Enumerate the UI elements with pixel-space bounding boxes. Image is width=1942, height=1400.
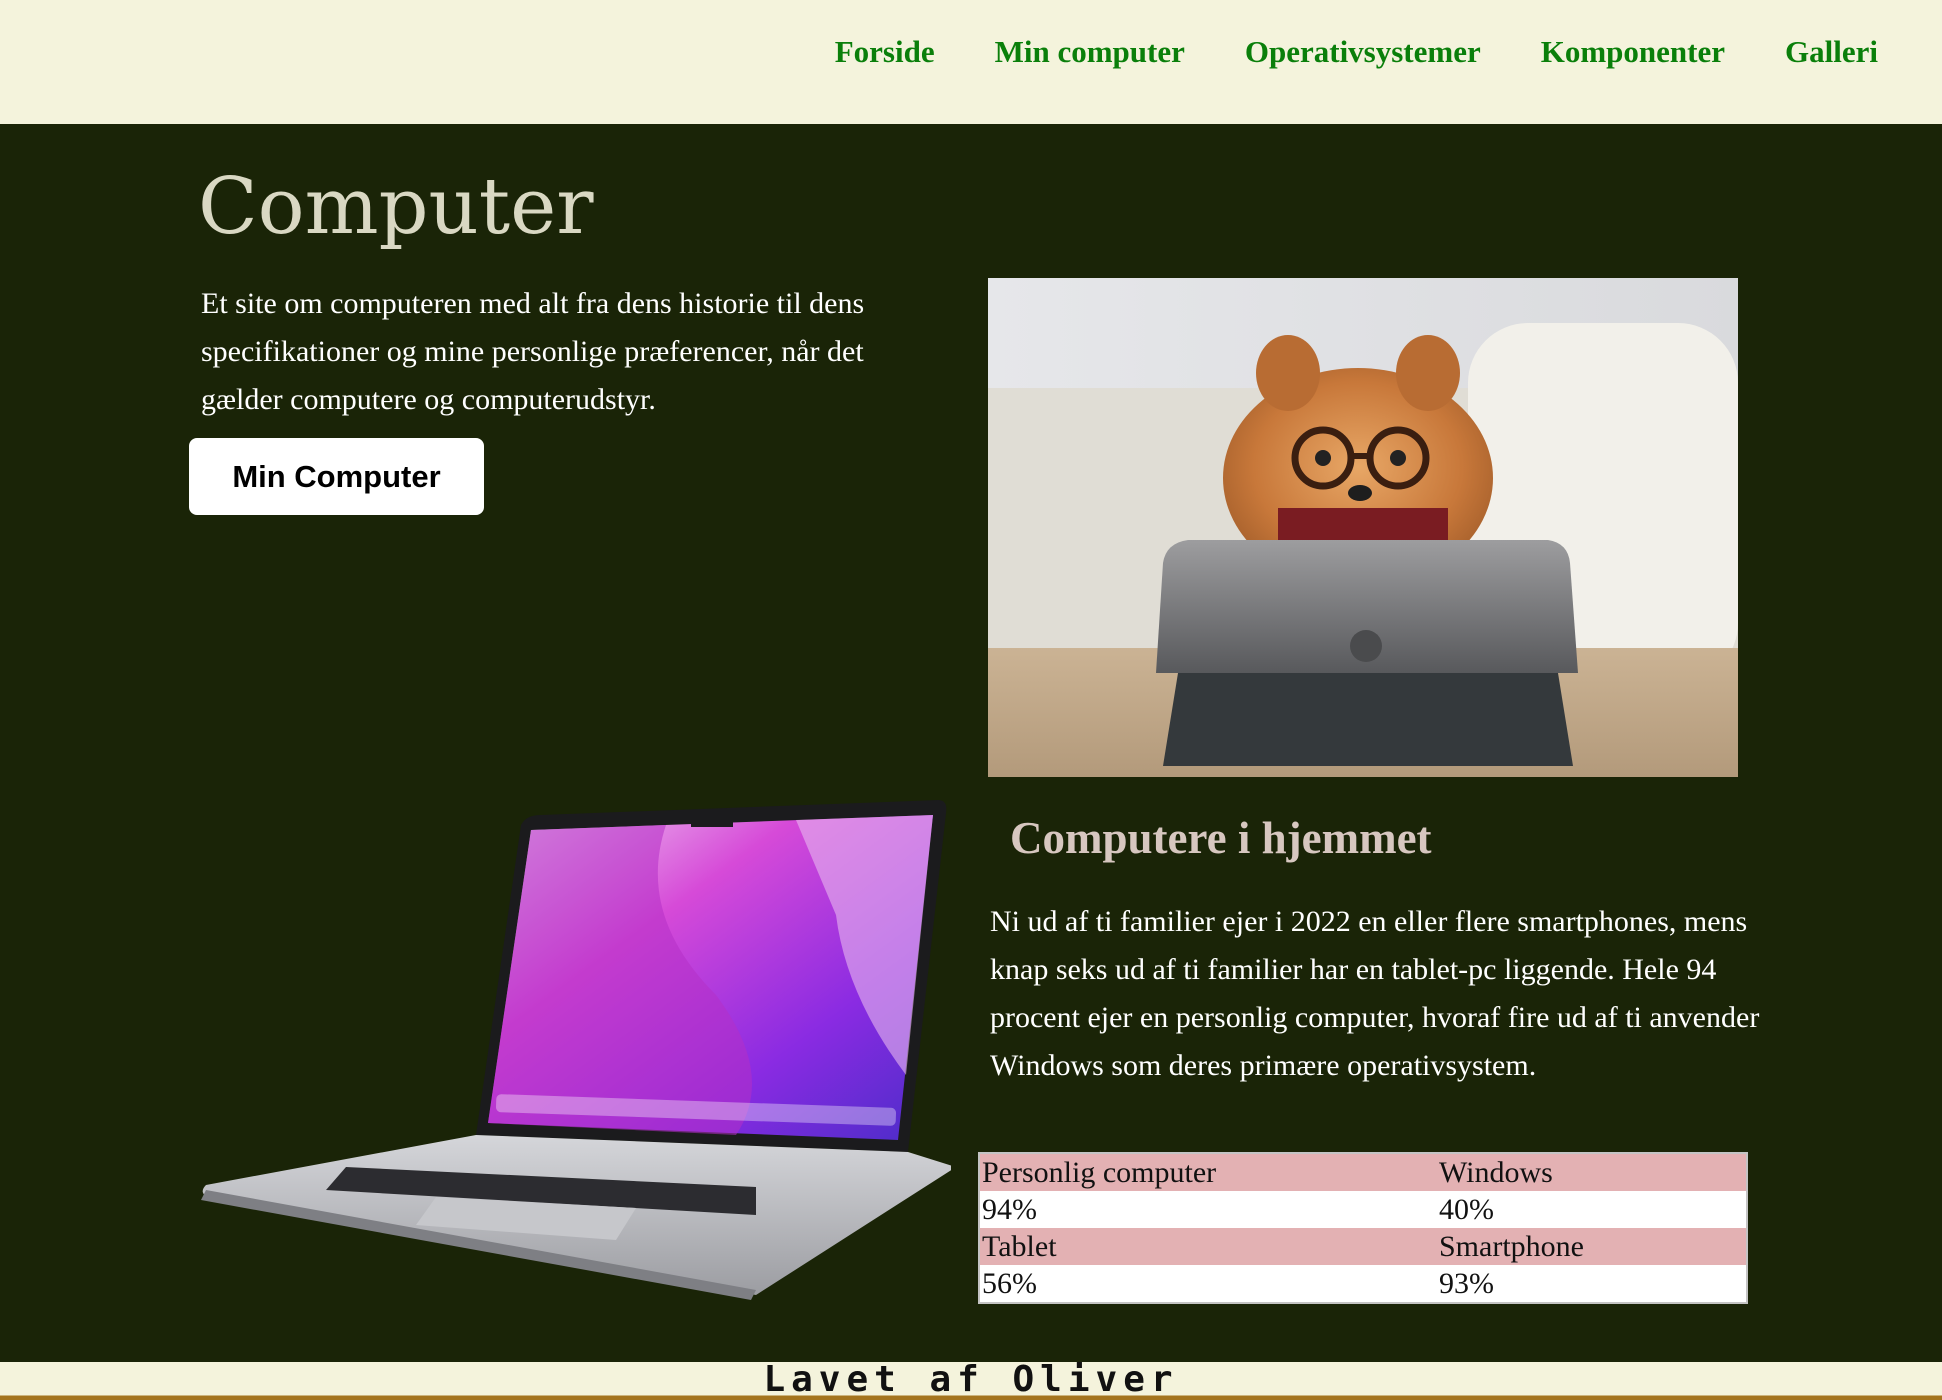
nav-link-min-computer[interactable]: Min computer: [995, 34, 1185, 70]
table-cell: 40%: [1437, 1191, 1747, 1228]
main-nav: Forside Min computer Operativsystemer Ko…: [835, 34, 1878, 70]
table-cell: 93%: [1437, 1265, 1747, 1303]
table-row: 94% 40%: [979, 1191, 1747, 1228]
table-row: Personlig computer Windows: [979, 1153, 1747, 1191]
page-title: Computer: [198, 162, 594, 252]
section-title: Computere i hjemmet: [1010, 813, 1432, 863]
footer-credit: Lavet af Oliver: [763, 1359, 1179, 1400]
macbook-laptop-image: [196, 795, 956, 1300]
table-row: 56% 93%: [979, 1265, 1747, 1303]
stats-table: Personlig computer Windows 94% 40% Table…: [978, 1152, 1748, 1304]
table-cell: 94%: [979, 1191, 1437, 1228]
hero-description: Et site om computeren med alt fra dens h…: [201, 287, 865, 416]
site-footer: Lavet af Oliver: [0, 1362, 1942, 1400]
min-computer-button[interactable]: Min Computer: [189, 438, 484, 515]
table-cell: 56%: [979, 1265, 1437, 1303]
nav-link-komponenter[interactable]: Komponenter: [1541, 34, 1725, 70]
table-row: Tablet Smartphone: [979, 1228, 1747, 1265]
table-cell: Windows: [1437, 1153, 1747, 1191]
dog-with-tablet-photo: [988, 278, 1738, 777]
section-description: Ni ud af ti familier ejer i 2022 en elle…: [990, 905, 1760, 1082]
site-header: Forside Min computer Operativsystemer Ko…: [0, 0, 1942, 124]
table-cell: Tablet: [979, 1228, 1437, 1265]
table-cell: Personlig computer: [979, 1153, 1437, 1191]
nav-link-operativsystemer[interactable]: Operativsystemer: [1245, 34, 1481, 70]
nav-link-forside[interactable]: Forside: [835, 34, 935, 70]
table-cell: Smartphone: [1437, 1228, 1747, 1265]
nav-link-galleri[interactable]: Galleri: [1785, 34, 1878, 70]
